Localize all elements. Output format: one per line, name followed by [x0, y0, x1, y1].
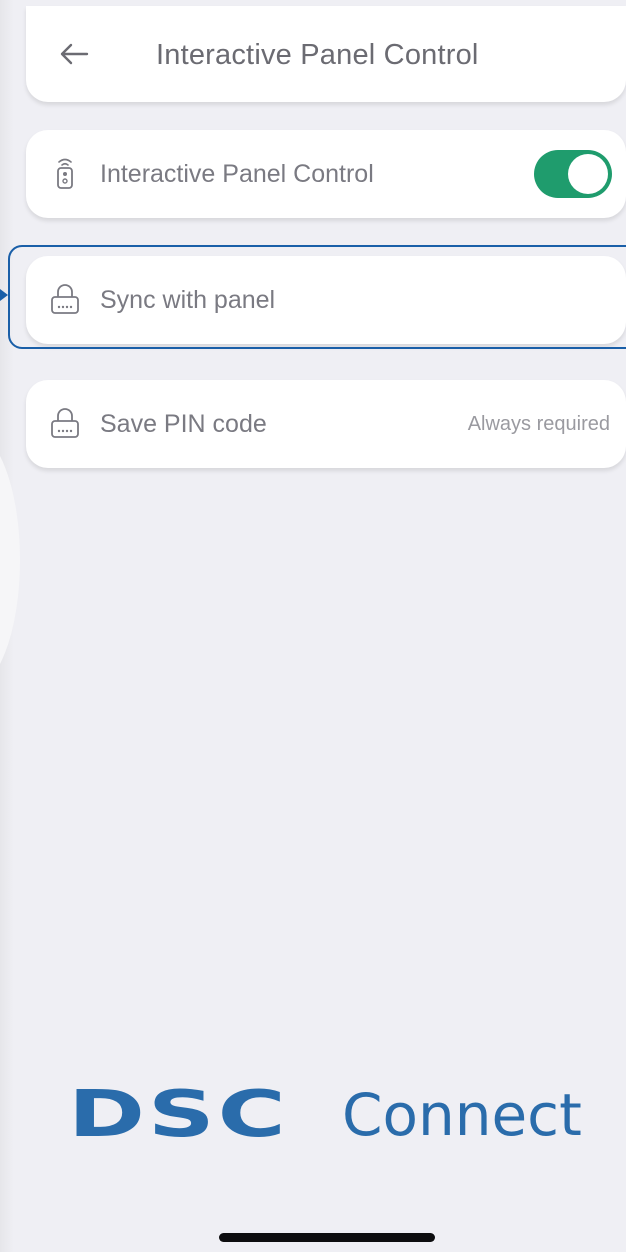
header-bar: Interactive Panel Control — [26, 6, 626, 102]
highlight-pointer — [0, 289, 8, 301]
brand-dsc: DSC — [68, 1078, 289, 1152]
interactive-panel-control-toggle[interactable] — [534, 150, 612, 198]
dsc-connect-logo: DSC Connect — [68, 1075, 582, 1155]
interactive-panel-control-label: Interactive Panel Control — [100, 160, 374, 188]
arrow-left-icon — [60, 43, 89, 65]
back-button[interactable] — [56, 36, 92, 72]
app-screen: Interactive Panel Control Interactive Pa… — [0, 0, 626, 1252]
save-pin-code-label: Save PIN code — [100, 410, 267, 438]
home-indicator[interactable] — [219, 1233, 435, 1242]
save-pin-code-value: Always required — [467, 413, 610, 435]
interactive-panel-control-row[interactable]: Interactive Panel Control — [26, 130, 626, 218]
toggle-knob — [568, 154, 608, 194]
remote-icon — [48, 156, 82, 190]
sync-row-highlight — [8, 245, 626, 349]
save-pin-code-row[interactable]: Save PIN code Always required — [26, 380, 626, 468]
page-title: Interactive Panel Control — [156, 39, 479, 71]
keypad-lock-icon — [48, 406, 82, 440]
